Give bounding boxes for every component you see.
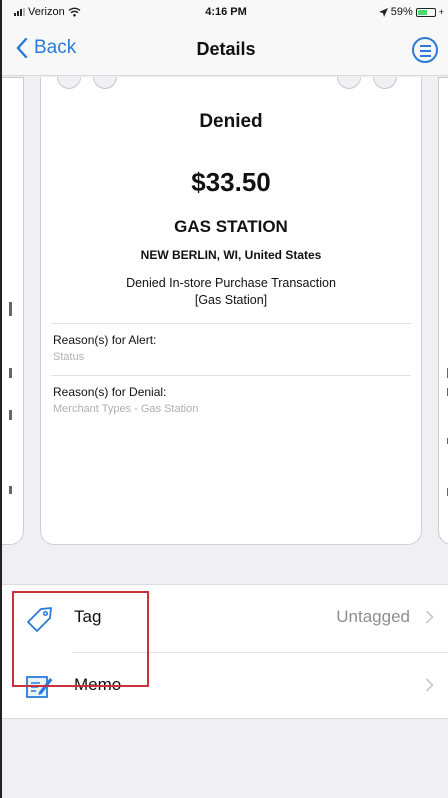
transaction-status: Denied [199, 111, 263, 132]
merchant-name: GAS STATION [174, 217, 288, 236]
alert-reason-value: Status [53, 351, 85, 363]
merchant-location: NEW BERLIN, WI, United States [140, 248, 322, 262]
tag-label: Tag [74, 607, 102, 626]
memo-row[interactable]: Memo [2, 653, 448, 720]
denial-reason-label: Reason(s) for Denial: [53, 385, 167, 399]
status-bar: Verizon 4:16 PM 59% + [2, 0, 448, 24]
divider [51, 323, 411, 324]
tag-row[interactable]: Tag Untagged [2, 585, 448, 653]
chevron-right-icon [425, 678, 434, 692]
ticket-scallops-left [57, 77, 127, 89]
actions-list: Tag Untagged Memo [2, 584, 448, 719]
battery-percent: 59% [390, 6, 413, 18]
alert-reason-label: Reason(s) for Alert: [53, 333, 157, 347]
transaction-category: [Gas Station] [194, 293, 268, 307]
charging-icon: + [438, 7, 444, 17]
transaction-carousel[interactable]: Denied $33.50 GAS STATION NEW BERLIN, WI… [2, 77, 448, 577]
transaction-type: Denied In-store Purchase Transaction [126, 276, 336, 290]
chevron-right-icon [425, 610, 434, 624]
transaction-amount: $33.50 [191, 167, 271, 197]
battery-icon [415, 7, 436, 17]
status-right: 59% + [378, 6, 444, 18]
tag-value: Untagged [336, 607, 410, 626]
memo-edit-icon [26, 676, 53, 698]
navigation-bar: Back Details [2, 24, 448, 76]
menu-circle-icon[interactable] [412, 37, 438, 63]
divider [51, 375, 411, 376]
transaction-description: Denied In-store Purchase Transaction [Ga… [81, 275, 381, 309]
phone-screen: Verizon 4:16 PM 59% + Back Details Denie… [0, 0, 448, 798]
tag-icon [27, 607, 52, 632]
ticket-scallops-right [337, 77, 407, 89]
transaction-card: Denied $33.50 GAS STATION NEW BERLIN, WI… [40, 77, 422, 545]
memo-label: Memo [74, 675, 122, 694]
previous-card-peek[interactable] [2, 77, 24, 545]
page-title: Details [196, 39, 256, 59]
next-card-peek[interactable] [438, 77, 448, 545]
location-arrow-icon [378, 7, 388, 17]
denial-reason-value: Merchant Types - Gas Station [53, 403, 199, 415]
